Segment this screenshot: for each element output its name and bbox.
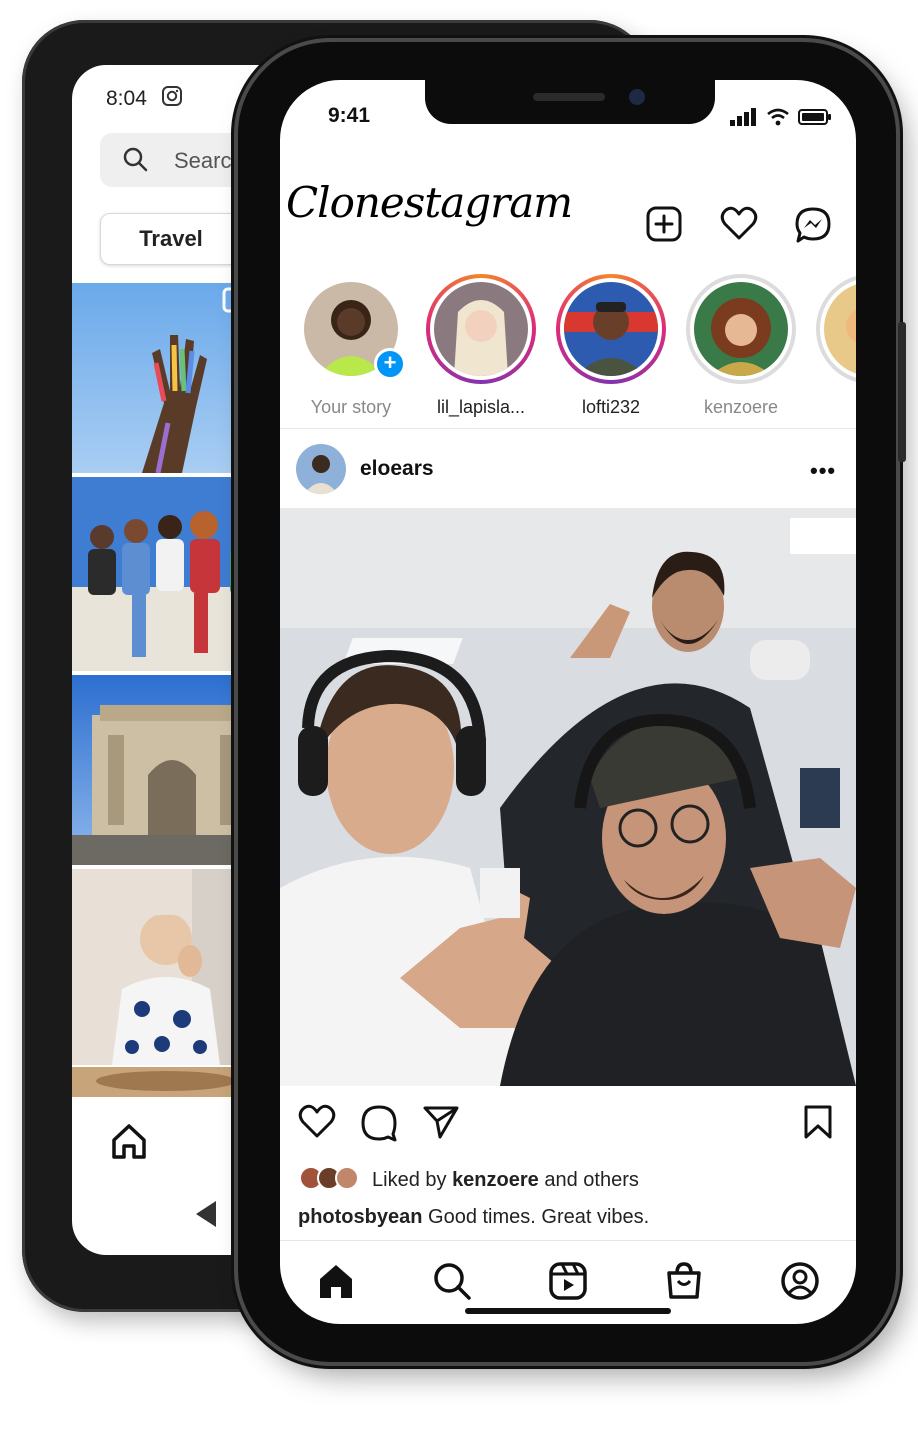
stories-tray[interactable]: + Your story lil_lapisla... lofti232 ken… [280, 274, 856, 422]
android-status-time: 8:04 [106, 87, 147, 110]
android-back-icon[interactable] [192, 1199, 220, 1234]
add-story-icon[interactable]: + [374, 348, 406, 380]
story-username: lil_lapisla... [436, 397, 526, 417]
heart-icon[interactable] [720, 206, 758, 247]
story-username: sap [810, 397, 856, 418]
status-time: 9:41 [328, 104, 371, 127]
post-photo[interactable] [280, 508, 856, 1086]
search-placeholder: Search [174, 148, 244, 173]
story-ring [426, 274, 536, 384]
story-username: lofti232 [581, 397, 641, 417]
caption-username[interactable]: photosbyean [298, 1206, 422, 1228]
avatar [824, 282, 856, 376]
speaker [533, 93, 605, 101]
avatar [434, 282, 528, 376]
signal-icon [730, 108, 758, 131]
android-status-bar: 8:04 [106, 85, 183, 113]
wifi-icon [766, 108, 790, 131]
explore-grid-item-group[interactable] [72, 477, 260, 671]
instagram-status-icon [161, 85, 183, 113]
app-logo: Clonestagram [286, 178, 573, 227]
caption-text: Good times. Great vibes. [428, 1206, 650, 1228]
likes-row[interactable]: Liked by kenzoere and others [298, 1165, 639, 1196]
story-ring [686, 274, 796, 384]
power-button [898, 322, 906, 462]
iphone: 9:41 Clonestagram + Your story lil_lapis… [238, 42, 906, 1362]
story-ring [816, 274, 856, 384]
share-icon[interactable] [422, 1104, 460, 1145]
iphone-screen: 9:41 Clonestagram + Your story lil_lapis… [280, 80, 856, 1324]
liked-by-text: Liked by kenzoere and others [372, 1168, 639, 1191]
search-icon[interactable] [432, 1261, 472, 1306]
search-icon [122, 146, 148, 177]
battery-icon [798, 108, 832, 131]
stories-divider [280, 428, 856, 429]
explore-grid-item-woman[interactable] [72, 869, 260, 1065]
messenger-icon[interactable] [794, 206, 832, 249]
home-indicator[interactable] [465, 1308, 671, 1314]
home-icon[interactable] [108, 1120, 150, 1167]
avatar [564, 282, 658, 376]
avatar [694, 282, 788, 376]
liked-by-user[interactable]: kenzoere [452, 1169, 539, 1191]
explore-grid-item-hand[interactable] [72, 283, 260, 473]
post-username[interactable]: eloears [360, 457, 434, 481]
bookmark-icon[interactable] [802, 1104, 834, 1145]
status-icons [730, 108, 832, 131]
explore-grid-item-arch[interactable] [72, 675, 260, 865]
like-icon[interactable] [298, 1104, 336, 1145]
story-username: Your story [310, 397, 392, 417]
reels-icon[interactable] [548, 1261, 588, 1306]
explore-grid-item-bowl[interactable] [72, 1067, 260, 1097]
home-icon[interactable] [316, 1261, 356, 1306]
front-camera [629, 89, 645, 105]
story-username: kenzoere [703, 397, 779, 417]
travel-chip[interactable]: Travel [100, 213, 242, 265]
notch [425, 80, 715, 124]
story-ring [556, 274, 666, 384]
more-options-icon[interactable]: ••• [810, 458, 836, 484]
liker-avatars [298, 1165, 364, 1196]
new-post-icon[interactable] [646, 206, 682, 247]
shop-icon[interactable] [664, 1261, 704, 1306]
comment-icon[interactable] [360, 1104, 398, 1147]
post-header: eloears ••• [280, 444, 856, 500]
post-actions [280, 1104, 856, 1148]
post-caption: photosbyean Good times. Great vibes. [298, 1206, 649, 1229]
profile-icon[interactable] [780, 1261, 820, 1306]
post-avatar[interactable] [296, 444, 346, 494]
